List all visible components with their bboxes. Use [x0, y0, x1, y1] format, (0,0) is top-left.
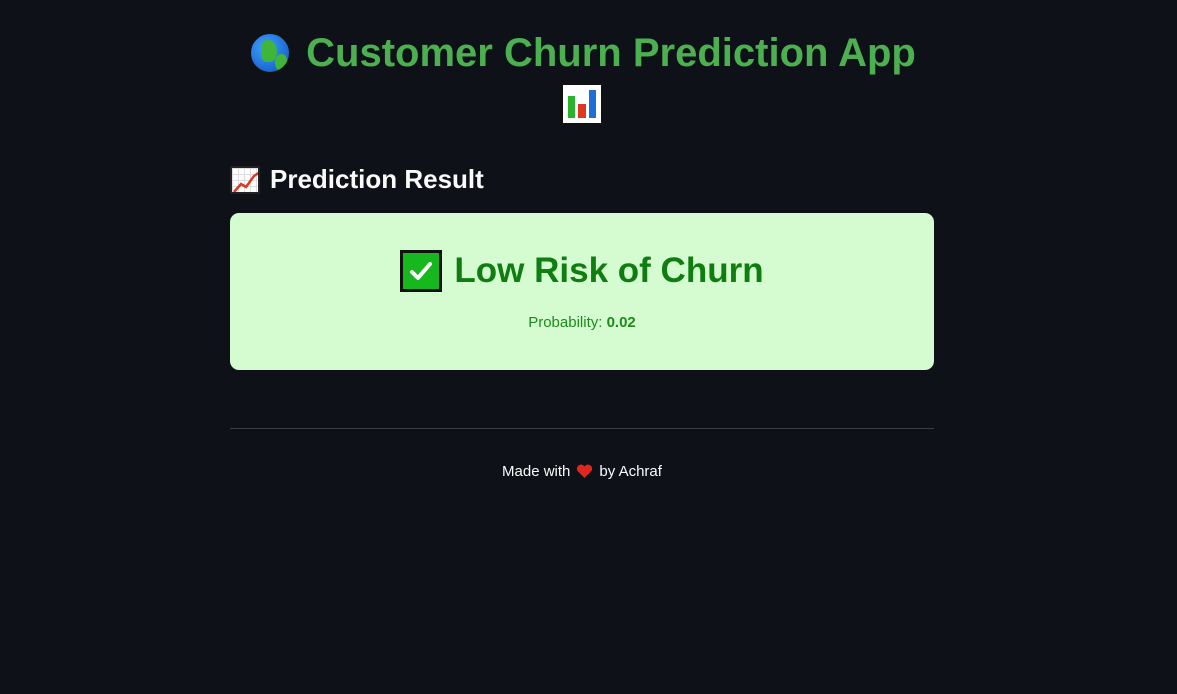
footer-suffix: by Achraf: [599, 463, 662, 480]
chart-increasing-icon: [230, 165, 260, 194]
content-container: Customer Churn Prediction App Prediction…: [230, 0, 934, 480]
footer: Made with by Achraf: [230, 463, 934, 480]
bar-chart-icon: [560, 82, 604, 126]
section-title: Prediction Result: [270, 164, 484, 194]
probability-line: Probability: 0.02: [528, 314, 636, 331]
probability-value: 0.02: [606, 314, 636, 331]
result-label: Low Risk of Churn: [454, 251, 764, 290]
check-mark-icon: [400, 250, 443, 292]
globe-icon: [248, 31, 293, 75]
section-header: Prediction Result: [230, 164, 484, 195]
app-main: Customer Churn Prediction App Prediction…: [0, 0, 1177, 694]
app-title: Customer Churn Prediction App: [230, 28, 934, 126]
result-heading: Low Risk of Churn: [400, 250, 764, 292]
footer-prefix: Made with: [502, 463, 571, 480]
app-title-text: Customer Churn Prediction App: [306, 31, 916, 75]
probability-label: Probability:: [528, 314, 603, 331]
prediction-result-card: Low Risk of Churn Probability: 0.02: [230, 213, 934, 370]
heart-icon: [576, 464, 593, 479]
divider: [230, 428, 934, 429]
